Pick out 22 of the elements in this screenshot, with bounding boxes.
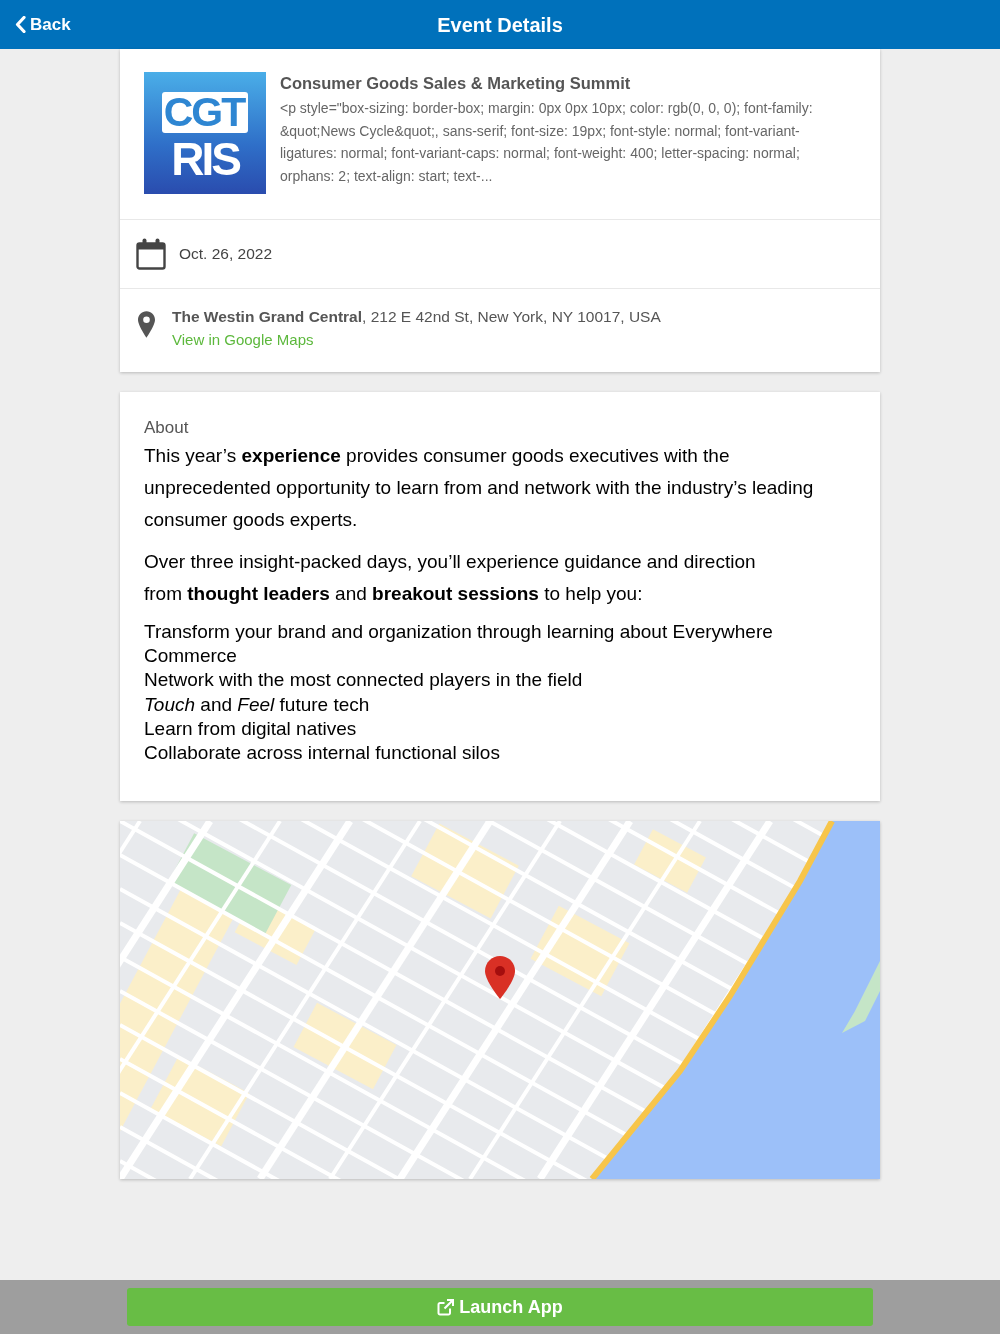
location-pin-icon [138, 311, 155, 338]
page-title: Event Details [437, 12, 563, 37]
benefit-line: Transform your brand and organization through learning about Everywhere Commerce [144, 620, 774, 669]
event-description: <p style="box-sizing: border-box; margin: 0px 0px 10px; color: rgb(0, 0, 0); font-family: &quot;News Cycle&quot;, sans-serif; font-size: 19px; font-style: normal; font-variant-ligatures: normal; font-variant-caps: normal; font-weight: 400; letter-spacing: normal; orphans: 2; text-align: start; text-... [280, 99, 814, 186]
section-heading: About [144, 417, 190, 439]
calendar-icon [136, 238, 166, 270]
benefit-line: Learn from digital natives [144, 716, 358, 741]
event-title: Consumer Goods Sales & Marketing Summit [280, 73, 632, 94]
benefit-line: Collaborate across internal functional silos [144, 741, 501, 765]
event-date: Oct. 26, 2022 [179, 244, 273, 264]
back-button[interactable]: Back [15, 9, 71, 40]
benefit-line: Network with the most connected players in the field [144, 668, 584, 693]
chevron-left-icon [15, 16, 26, 33]
external-link-icon [437, 1298, 455, 1316]
benefit-line: Touch and Feel future tech [144, 692, 371, 717]
venue-address: The Westin Grand Central, 212 E 42nd St, New York, NY 10017, USA [172, 307, 661, 327]
google-maps-link[interactable]: View in Google Maps [172, 331, 314, 348]
about-paragraph: This year’s experience provides consumer goods executives with the unprecedented opportunity to learn from and network with the industry’s leading consumer goods experts. [144, 444, 815, 532]
event-logo: CGT RIS [144, 72, 266, 194]
about-paragraph: Over three insight-packed days, you’ll experience guidance and direction from thought leaders and breakout sessions to help you: [144, 550, 757, 606]
map-pin-icon [485, 956, 515, 1000]
launch-app-button[interactable]: Launch App [127, 1288, 873, 1326]
